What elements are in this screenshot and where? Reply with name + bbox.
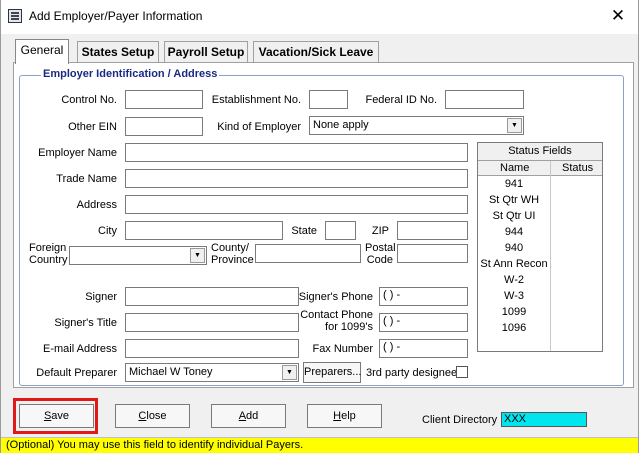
- trade-name-input[interactable]: [125, 169, 468, 188]
- status-row[interactable]: 944: [478, 226, 550, 238]
- county-province-input[interactable]: [255, 244, 361, 263]
- kind-of-employer-label: Kind of Employer: [217, 121, 301, 133]
- county-province-label: County/ Province: [211, 242, 254, 266]
- window-title: Add Employer/Payer Information: [29, 9, 203, 23]
- establishment-no-label: Establishment No.: [211, 94, 301, 106]
- chevron-down-icon[interactable]: ▼: [507, 118, 522, 133]
- close-window-icon[interactable]: ✕: [605, 5, 631, 27]
- save-button[interactable]: Save: [19, 404, 94, 428]
- group-title: Employer Identification / Address: [41, 68, 220, 80]
- control-no-input[interactable]: [125, 90, 203, 109]
- federal-id-input[interactable]: [445, 90, 524, 109]
- tab-vacation-sick-leave[interactable]: Vacation/Sick Leave: [253, 41, 379, 63]
- status-row[interactable]: St Qtr UI: [478, 210, 550, 222]
- federal-id-label: Federal ID No.: [365, 94, 437, 106]
- third-party-designee-checkbox[interactable]: [456, 366, 468, 378]
- foreign-country-select[interactable]: ▼: [69, 246, 207, 265]
- status-bar: (Optional) You may use this field to ide…: [1, 437, 638, 453]
- tab-states-setup[interactable]: States Setup: [77, 41, 159, 63]
- tab-payroll-setup[interactable]: Payroll Setup: [164, 41, 248, 63]
- title-bar: Add Employer/Payer Information ✕: [1, 0, 638, 34]
- city-label: City: [98, 225, 117, 237]
- app-icon: [8, 9, 22, 23]
- foreign-country-label: Foreign Country: [29, 242, 68, 266]
- close-button[interactable]: Close: [115, 404, 190, 428]
- status-fields-table: Status Fields Name Status 941 St Qtr WH …: [477, 142, 603, 352]
- signer-input[interactable]: [125, 287, 299, 306]
- email-input[interactable]: [125, 339, 299, 358]
- signers-title-input[interactable]: [125, 313, 299, 332]
- signers-phone-label: Signer's Phone: [298, 291, 373, 303]
- kind-of-employer-select[interactable]: None apply ▼: [309, 116, 524, 135]
- tab-general[interactable]: General: [15, 39, 69, 64]
- address-input[interactable]: [125, 195, 468, 214]
- kind-of-employer-value: None apply: [313, 119, 369, 131]
- client-directory-input[interactable]: XXX: [501, 412, 587, 427]
- postal-code-input[interactable]: [397, 244, 468, 263]
- fax-input[interactable]: ( ) -: [379, 339, 468, 358]
- establishment-no-input[interactable]: [309, 90, 348, 109]
- contact-phone-input[interactable]: ( ) -: [379, 313, 468, 332]
- dialog-window: Add Employer/Payer Information ✕ General…: [0, 0, 639, 453]
- status-row[interactable]: W-2: [478, 274, 550, 286]
- trade-name-label: Trade Name: [56, 173, 117, 185]
- city-input[interactable]: [125, 221, 283, 240]
- employer-name-label: Employer Name: [38, 147, 117, 159]
- status-row[interactable]: W-3: [478, 290, 550, 302]
- zip-input[interactable]: [397, 221, 468, 240]
- fax-label: Fax Number: [312, 343, 373, 355]
- status-row[interactable]: St Qtr WH: [478, 194, 550, 206]
- chevron-down-icon[interactable]: ▼: [282, 365, 297, 380]
- add-button[interactable]: Add: [211, 404, 286, 428]
- help-button[interactable]: Help: [307, 404, 382, 428]
- signers-phone-input[interactable]: ( ) -: [379, 287, 468, 306]
- chevron-down-icon[interactable]: ▼: [190, 248, 205, 263]
- default-preparer-label: Default Preparer: [36, 367, 117, 379]
- status-row[interactable]: 1099: [478, 306, 550, 318]
- client-directory-label: Client Directory: [422, 414, 498, 426]
- preparers-button[interactable]: Preparers...: [303, 362, 361, 383]
- status-fields-header: Name Status: [478, 161, 602, 176]
- status-row[interactable]: 940: [478, 242, 550, 254]
- contact-phone-label: Contact Phone for 1099's: [300, 309, 373, 333]
- default-preparer-select[interactable]: Michael W Toney ▼: [125, 363, 299, 382]
- signer-label: Signer: [85, 291, 117, 303]
- other-ein-label: Other EIN: [68, 121, 117, 133]
- status-row[interactable]: St Ann Recon: [478, 258, 550, 270]
- other-ein-input[interactable]: [125, 117, 203, 136]
- state-input[interactable]: [325, 221, 356, 240]
- address-label: Address: [76, 199, 117, 211]
- third-party-designee-label: 3rd party designee: [366, 367, 458, 379]
- col-status: Status: [562, 162, 594, 174]
- signers-title-label: Signer's Title: [54, 317, 117, 329]
- control-no-label: Control No.: [61, 94, 117, 106]
- employer-name-input[interactable]: [125, 143, 468, 162]
- col-name: Name: [500, 162, 530, 174]
- status-row[interactable]: 1096: [478, 322, 550, 334]
- status-fields-title: Status Fields: [478, 143, 602, 161]
- postal-code-label: Postal Code: [365, 242, 396, 266]
- column-divider: [550, 161, 551, 351]
- status-row[interactable]: 941: [478, 178, 550, 190]
- zip-label: ZIP: [371, 225, 389, 237]
- email-label: E-mail Address: [43, 343, 117, 355]
- state-label: State: [291, 225, 317, 237]
